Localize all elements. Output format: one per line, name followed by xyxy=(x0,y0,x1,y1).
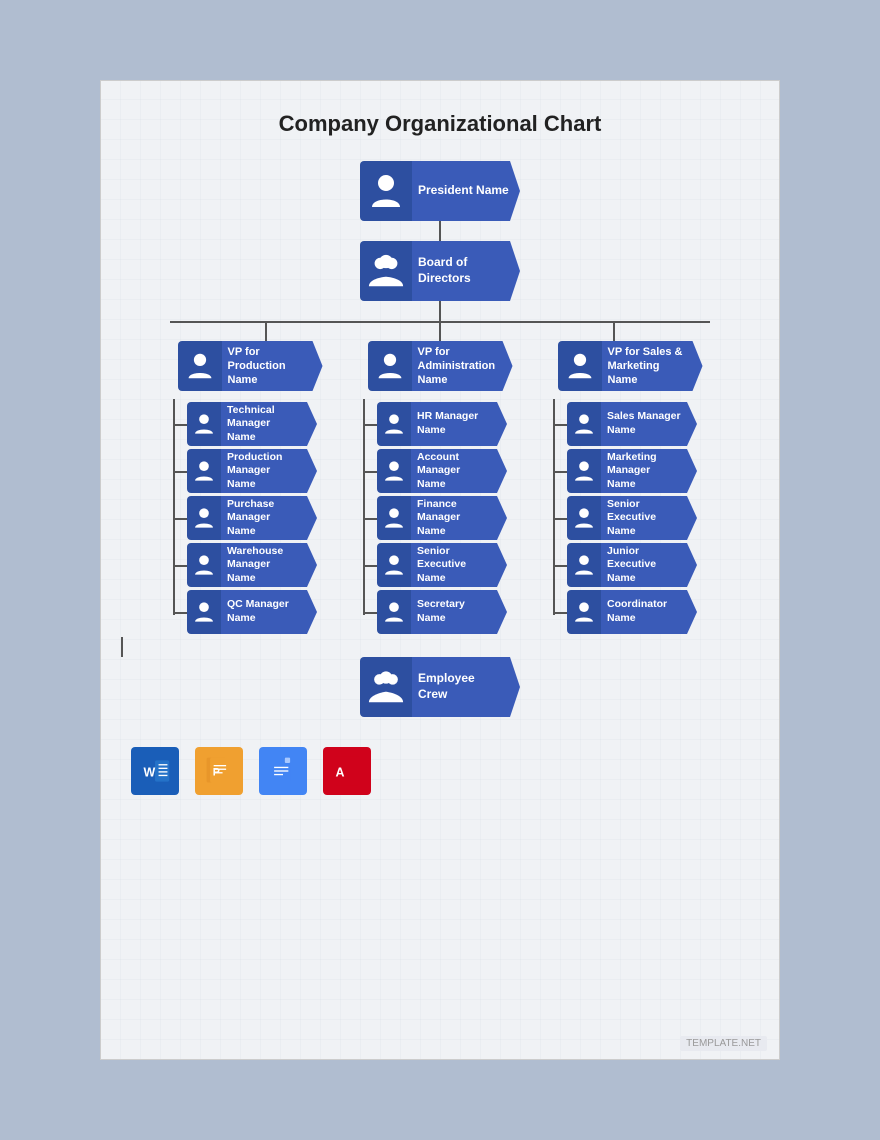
col-sales: VP for Sales &MarketingName Sales Manage… xyxy=(535,341,725,637)
sub-warehouse: WarehouseManagerName xyxy=(173,543,345,587)
president-label: President Name xyxy=(412,161,520,221)
vp-production-node: VP forProductionName xyxy=(178,341,323,391)
h-connector-bar xyxy=(170,321,710,323)
employee-label: Employee Crew xyxy=(412,657,520,717)
connector-board-hbar xyxy=(439,301,441,321)
vp-admin-label: VP forAdministrationName xyxy=(412,341,513,391)
sub-junior-exec: JuniorExecutiveName xyxy=(553,543,725,587)
employee-node: Employee Crew xyxy=(360,657,520,717)
svg-text:A: A xyxy=(335,765,344,779)
sub-senior-exec-sales: SeniorExecutiveName xyxy=(553,496,725,540)
footer-icons: W P xyxy=(121,747,371,795)
page: Company Organizational Chart President N… xyxy=(100,80,780,1060)
three-vp-columns: VP forProductionName TechnicalManagerNam… xyxy=(155,341,725,637)
president-node: President Name xyxy=(360,161,520,221)
sub-qc: QC ManagerName xyxy=(173,590,345,634)
vp-production-icon xyxy=(178,341,222,391)
sub-marketing-mgr: MarketingManagerName xyxy=(553,449,725,493)
col-admin: VP forAdministrationName HR ManagerName xyxy=(345,341,535,637)
sub-secretary: SecretaryName xyxy=(363,590,535,634)
drop-right xyxy=(613,321,615,341)
sub-production: ProductionManagerName xyxy=(173,449,345,493)
col-production: VP forProductionName TechnicalManagerNam… xyxy=(155,341,345,637)
sub-account: AccountManagerName xyxy=(363,449,535,493)
vp-sales-node: VP for Sales &MarketingName xyxy=(558,341,703,391)
chart-title: Company Organizational Chart xyxy=(279,111,602,137)
connector-to-employee xyxy=(121,637,123,657)
drop-center xyxy=(439,321,441,341)
vp-admin-icon xyxy=(368,341,412,391)
vp-admin-node: VP forAdministrationName xyxy=(368,341,513,391)
production-subs: TechnicalManagerName ProductionManagerNa… xyxy=(155,399,345,637)
board-node: Board of Directors xyxy=(360,241,520,301)
sub-senior-exec-admin: SeniorExecutiveName xyxy=(363,543,535,587)
watermark: TEMPLATE.NET xyxy=(680,1036,767,1051)
admin-subs: HR ManagerName AccountManagerName xyxy=(345,399,535,637)
sub-finance: FinanceManagerName xyxy=(363,496,535,540)
drop-left xyxy=(265,321,267,341)
top-section: President Name Board of xyxy=(121,161,759,717)
sub-purchase: PurchaseManagerName xyxy=(173,496,345,540)
sub-hr: HR ManagerName xyxy=(363,402,535,446)
president-icon xyxy=(360,161,412,221)
sales-subs: Sales ManagerName MarketingManagerName xyxy=(535,399,725,637)
vp-production-label: VP forProductionName xyxy=(222,341,323,391)
vp-sales-label: VP for Sales &MarketingName xyxy=(602,341,703,391)
employee-icon xyxy=(360,657,412,717)
word-icon[interactable]: W xyxy=(131,747,179,795)
svg-text:W: W xyxy=(143,765,155,779)
board-icon xyxy=(360,241,412,301)
sub-coordinator: CoordinatorName xyxy=(553,590,725,634)
pdf-icon[interactable]: A xyxy=(323,747,371,795)
sub-sales-mgr: Sales ManagerName xyxy=(553,402,725,446)
docs-icon[interactable] xyxy=(259,747,307,795)
pages-icon[interactable]: P xyxy=(195,747,243,795)
vp-sales-icon xyxy=(558,341,602,391)
connector-pres-board xyxy=(439,221,441,241)
board-label: Board of Directors xyxy=(412,241,520,301)
sub-technical: TechnicalManagerName xyxy=(173,402,345,446)
